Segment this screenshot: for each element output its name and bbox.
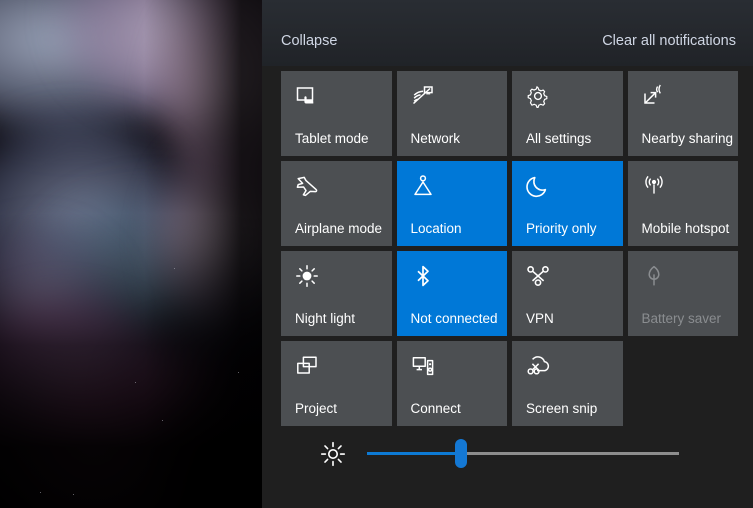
quick-action-label: All settings [526,131,592,147]
quick-action-tile-all-settings[interactable]: All settings [512,71,623,156]
wallpaper-speck [238,372,239,373]
wallpaper-vignette [0,0,262,508]
quick-action-label: VPN [526,311,554,327]
desktop-wallpaper [0,0,262,508]
wallpaper-speck [174,268,175,269]
quick-action-tile-project[interactable]: Project [281,341,392,426]
quick-action-tile-network[interactable]: Network [396,71,507,156]
gear-icon [525,83,551,109]
quick-action-label: Connect [410,401,461,417]
connect-icon [410,353,436,379]
quick-action-tile-priority-only[interactable]: Priority only [512,161,623,246]
quick-action-tile-tablet-mode[interactable]: Tablet mode [281,71,392,156]
quick-action-tile-connect[interactable]: Connect [396,341,507,426]
nearby-sharing-icon [641,83,667,109]
collapse-button[interactable]: Collapse [281,33,337,49]
quick-action-tile-battery-saver: Battery saver [627,251,738,336]
action-center-header: Collapse Clear all notifications [262,0,753,66]
quick-action-label: Priority only [526,221,597,237]
quick-action-tile-mobile-hotspot[interactable]: Mobile hotspot [627,161,738,246]
quick-action-tile-night-light[interactable]: Night light [281,251,392,336]
battery-saver-icon [641,263,667,289]
quick-action-tile-nearby-sharing[interactable]: Nearby sharing [627,71,738,156]
night-light-icon [294,263,320,289]
quick-action-label: Tablet mode [295,131,369,147]
quick-action-tile-empty-slot [628,341,739,426]
quick-action-label: Not connected [410,311,498,327]
wallpaper-speck [40,492,41,493]
bluetooth-icon [410,263,436,289]
quick-action-label: Airplane mode [295,221,383,237]
quick-action-label: Battery saver [641,311,722,327]
quick-action-tile-bluetooth[interactable]: Not connected [396,251,507,336]
action-center-panel: Collapse Clear all notifications Tablet … [262,0,753,508]
quick-action-label: Screen snip [526,401,598,417]
screen-snip-icon [525,353,551,379]
quick-action-label: Network [410,131,461,147]
airplane-icon [294,173,320,199]
moon-icon [525,173,551,199]
brightness-control [262,432,753,476]
quick-actions-grid: Tablet mode Network All settings Nearby … [281,71,738,426]
brightness-sun-icon [320,441,346,467]
wallpaper-speck [73,494,74,495]
network-wifi-icon [410,83,436,109]
quick-action-label: Project [295,401,338,417]
slider-fill [367,452,461,455]
quick-action-label: Mobile hotspot [641,221,730,237]
tablet-mode-icon [294,83,320,109]
quick-action-label: Night light [295,311,356,327]
wallpaper-speck [162,420,163,421]
quick-action-tile-vpn[interactable]: VPN [512,251,623,336]
quick-action-label: Location [410,221,462,237]
clear-all-notifications-button[interactable]: Clear all notifications [602,33,736,49]
hotspot-icon [641,173,667,199]
project-icon [294,353,320,379]
quick-action-label: Nearby sharing [641,131,734,147]
slider-thumb[interactable] [454,439,467,468]
vpn-icon [525,263,551,289]
quick-action-tile-airplane-mode[interactable]: Airplane mode [281,161,392,246]
location-icon [410,173,436,199]
quick-action-tile-location[interactable]: Location [396,161,507,246]
quick-action-tile-screen-snip[interactable]: Screen snip [512,341,623,426]
wallpaper-speck [135,382,136,383]
brightness-slider[interactable] [367,439,679,468]
